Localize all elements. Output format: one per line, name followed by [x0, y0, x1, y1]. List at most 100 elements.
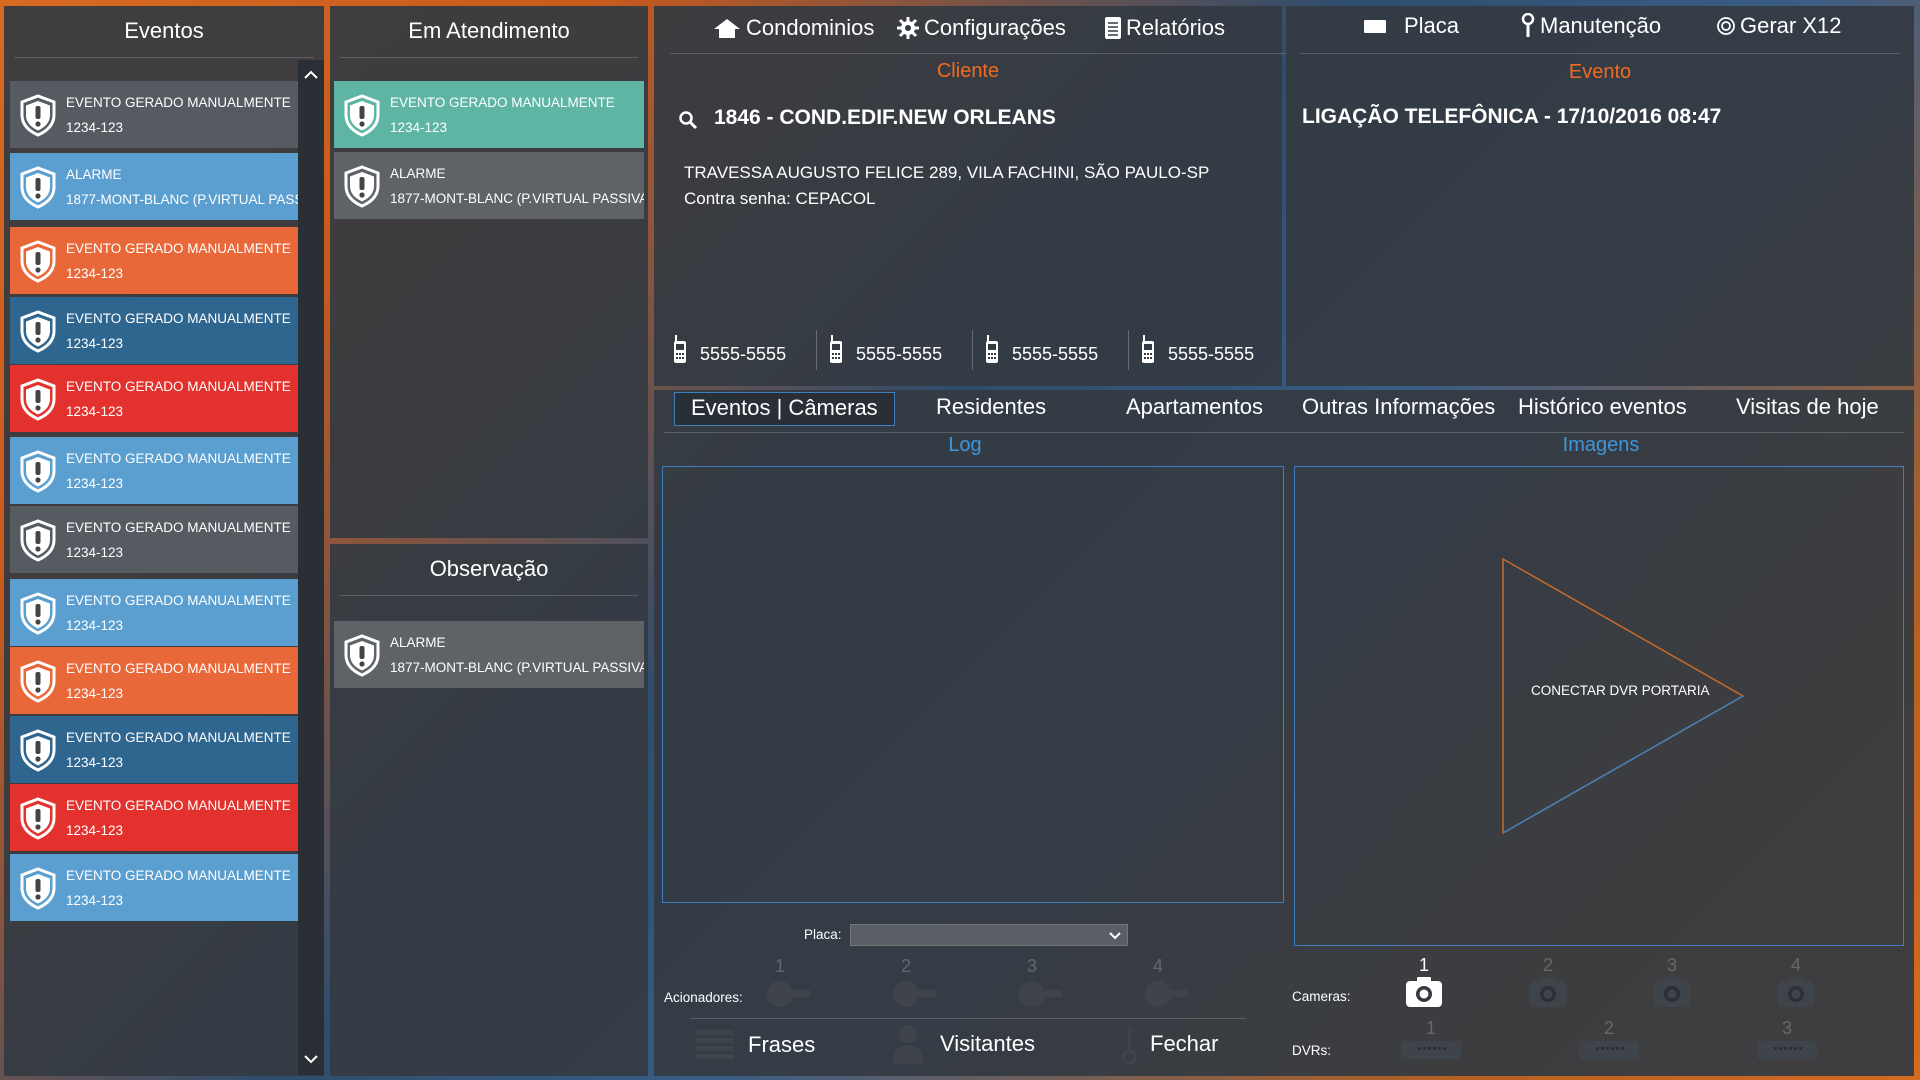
event-card-text: ALARME 1877-MONT-BLANC (P.VIRTUAL PASSIVA… — [390, 161, 644, 211]
acionador-number: 3 — [1026, 956, 1037, 976]
dvr-button[interactable]: 1 — [1400, 1018, 1462, 1064]
acionador-button[interactable]: 2 — [892, 956, 942, 1016]
event-subtitle: 1234-123 — [66, 119, 124, 135]
event-subtitle: 1234-123 — [390, 119, 448, 135]
switch-icon — [767, 981, 810, 1007]
event-subtitle: 1234-123 — [66, 754, 124, 770]
event-card[interactable]: EVENTO GERADO MANUALMENTE 1234-123 — [10, 437, 298, 504]
event-subtitle: 1234-123 — [66, 335, 124, 351]
event-card[interactable]: ALARME 1877-MONT-BLANC (P.VIRTUAL PASSIVA… — [334, 621, 644, 688]
shield-icon — [344, 164, 380, 208]
eventos-title: Eventos — [14, 6, 314, 58]
event-card[interactable]: EVENTO GERADO MANUALMENTE 1234-123 — [10, 506, 298, 573]
camera-icon — [1406, 977, 1442, 1007]
phone-number[interactable]: 5555-5555 — [828, 335, 942, 365]
shield-icon — [344, 93, 380, 137]
nav-manutencao[interactable]: Manutenção — [1520, 13, 1661, 39]
frases-button[interactable]: Frases — [694, 1027, 815, 1063]
tab-hist-rico-eventos[interactable]: Histórico eventos — [1512, 392, 1693, 426]
nav-placa[interactable]: Placa — [1362, 13, 1459, 39]
camera-button[interactable]: 3 — [1652, 955, 1692, 1015]
event-card[interactable]: EVENTO GERADO MANUALMENTE 1234-123 — [10, 647, 298, 714]
event-card[interactable]: ALARME 1877-MONT-BLANC (P.VIRTUAL PASSIVA… — [10, 153, 298, 220]
phone-number[interactable]: 5555-5555 — [984, 335, 1098, 365]
acionador-button[interactable]: 4 — [1144, 956, 1194, 1016]
cliente-name: 1846 - COND.EDIF.NEW ORLEANS — [714, 106, 1056, 129]
phone-number[interactable]: 5555-5555 — [1140, 335, 1254, 365]
acionador-number: 2 — [900, 956, 911, 976]
event-card-text: EVENTO GERADO MANUALMENTE 1234-123 — [390, 90, 615, 140]
event-subtitle: 1877-MONT-BLANC (P.VIRTUAL PASSIVA) — [66, 191, 298, 207]
camera-icon — [1530, 977, 1566, 1007]
visitantes-button[interactable]: Visitantes — [890, 1023, 1035, 1065]
tab-apartamentos[interactable]: Apartamentos — [1120, 392, 1269, 426]
imagens-box: CONECTAR DVR PORTARIA — [1294, 466, 1904, 946]
camera-number: 4 — [1790, 955, 1801, 975]
event-title: EVENTO GERADO MANUALMENTE — [66, 240, 291, 256]
event-card-text: ALARME 1877-MONT-BLANC (P.VIRTUAL PASSIVA… — [390, 630, 644, 680]
nav-configuracoes[interactable]: Configurações — [896, 15, 1066, 41]
nav-relatorios[interactable]: Relatórios — [1104, 15, 1225, 41]
nav-gerar[interactable]: Gerar X12 — [1716, 13, 1842, 39]
event-card-text: EVENTO GERADO MANUALMENTE 1234-123 — [66, 793, 291, 843]
fechar-label: Fechar — [1150, 1031, 1219, 1056]
acionador-button[interactable]: 1 — [766, 956, 816, 1016]
event-card[interactable]: EVENTO GERADO MANUALMENTE 1234-123 — [10, 579, 298, 646]
dvr-icon — [1757, 1041, 1817, 1059]
fechar-button[interactable]: Fechar — [1118, 1023, 1218, 1065]
visitantes-label: Visitantes — [940, 1031, 1035, 1056]
tab-outras-informa-es[interactable]: Outras Informações — [1296, 392, 1501, 426]
shield-icon — [20, 659, 56, 703]
tab-residentes[interactable]: Residentes — [930, 392, 1052, 426]
camera-icon — [1654, 977, 1690, 1007]
phone-label: 5555-5555 — [856, 344, 943, 364]
event-subtitle: 1234-123 — [66, 617, 124, 633]
event-card-text: EVENTO GERADO MANUALMENTE 1234-123 — [66, 515, 291, 565]
event-card[interactable]: EVENTO GERADO MANUALMENTE 1234-123 — [10, 784, 298, 851]
phone-number[interactable]: 5555-5555 — [672, 335, 786, 365]
nav-relatorios-label: Relatórios — [1126, 15, 1226, 40]
event-title: EVENTO GERADO MANUALMENTE — [66, 450, 291, 466]
shield-icon — [344, 633, 380, 677]
cameras-label: Cameras: — [1292, 989, 1351, 1004]
camera-button[interactable]: 1 — [1404, 955, 1444, 1015]
event-card[interactable]: EVENTO GERADO MANUALMENTE 1234-123 — [10, 297, 298, 364]
nav-condominios-label: Condominios — [746, 15, 875, 40]
gear-icon — [897, 17, 919, 39]
event-card[interactable]: EVENTO GERADO MANUALMENTE 1234-123 — [10, 854, 298, 921]
tabs-divider — [664, 432, 1904, 433]
eventos-scrollbar[interactable] — [298, 60, 324, 1075]
event-card-text: EVENTO GERADO MANUALMENTE 1234-123 — [66, 588, 291, 638]
dvr-button[interactable]: 2 — [1578, 1018, 1640, 1064]
placa-select[interactable] — [850, 924, 1128, 946]
atendimento-panel: Em Atendimento EVENTO GERADO MANUALMENTE… — [330, 6, 648, 538]
event-card[interactable]: ALARME 1877-MONT-BLANC (P.VIRTUAL PASSIVA… — [334, 152, 644, 219]
search-icon[interactable] — [678, 110, 698, 130]
placa-label: Placa: — [804, 927, 842, 942]
event-subtitle: 1234-123 — [66, 685, 124, 701]
event-title: EVENTO GERADO MANUALMENTE — [66, 660, 291, 676]
scroll-up-icon[interactable] — [302, 66, 320, 84]
wrench-icon — [1521, 13, 1535, 37]
acionador-button[interactable]: 3 — [1018, 956, 1068, 1016]
event-title: EVENTO GERADO MANUALMENTE — [66, 867, 291, 883]
tab-eventos-c-meras[interactable]: Eventos | Câmeras — [674, 392, 895, 426]
dvr-icon — [1579, 1041, 1639, 1059]
event-card-text: EVENTO GERADO MANUALMENTE 1234-123 — [66, 236, 291, 286]
dvr-button[interactable]: 3 — [1756, 1018, 1818, 1064]
event-card[interactable]: EVENTO GERADO MANUALMENTE 1234-123 — [334, 81, 644, 148]
play-label[interactable]: CONECTAR DVR PORTARIA — [1531, 683, 1710, 698]
tab-visitas-de-hoje[interactable]: Visitas de hoje — [1730, 392, 1885, 426]
scroll-down-icon[interactable] — [302, 1050, 320, 1068]
camera-button[interactable]: 2 — [1528, 955, 1568, 1015]
event-card[interactable]: EVENTO GERADO MANUALMENTE 1234-123 — [10, 716, 298, 783]
nav-condominios[interactable]: Condominios — [712, 15, 874, 41]
camera-button[interactable]: 4 — [1776, 955, 1816, 1015]
event-title: EVENTO GERADO MANUALMENTE — [66, 729, 291, 745]
imagens-heading: Imagens — [1562, 434, 1640, 456]
event-card[interactable]: EVENTO GERADO MANUALMENTE 1234-123 — [10, 227, 298, 294]
event-card[interactable]: EVENTO GERADO MANUALMENTE 1234-123 — [10, 365, 298, 432]
event-card[interactable]: EVENTO GERADO MANUALMENTE 1234-123 — [10, 81, 298, 148]
frases-label: Frases — [748, 1032, 816, 1057]
atendimento-title: Em Atendimento — [340, 6, 638, 58]
